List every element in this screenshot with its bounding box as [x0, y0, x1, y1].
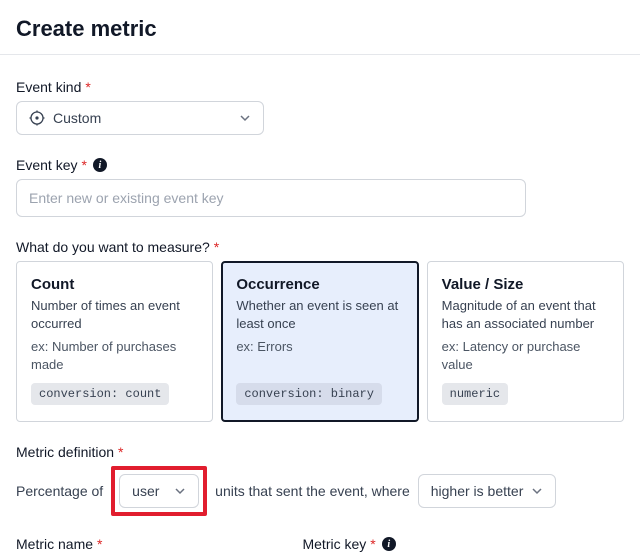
info-icon[interactable]: i [93, 158, 107, 172]
measure-option-example: ex: Number of purchases made [31, 338, 198, 373]
measure-label: What do you want to measure? * [16, 239, 624, 255]
info-icon[interactable]: i [382, 537, 396, 551]
metric-name-label: Metric name * [16, 536, 102, 552]
measure-option-desc: Magnitude of an event that has an associ… [442, 297, 609, 332]
metric-definition-label-text: Metric definition [16, 444, 114, 460]
unit-select[interactable]: user [119, 474, 199, 508]
measure-option-desc: Number of times an event occurred [31, 297, 198, 332]
metric-name-label-text: Metric name [16, 536, 93, 552]
metric-definition-label: Metric definition * [16, 444, 624, 460]
required-asterisk: * [81, 157, 86, 173]
measure-option-example: ex: Errors [236, 338, 403, 356]
measure-option-tag: numeric [442, 383, 508, 405]
event-key-label-text: Event key [16, 157, 77, 173]
required-asterisk: * [118, 444, 123, 460]
unit-highlight: user [111, 466, 207, 516]
event-key-label: Event key * i [16, 157, 624, 173]
page-title: Create metric [16, 16, 624, 42]
measure-option-tag: conversion: binary [236, 383, 382, 405]
metric-key-label-text: Metric key [302, 536, 366, 552]
measure-option-example: ex: Latency or purchase value [442, 338, 609, 373]
measure-option-count[interactable]: Count Number of times an event occurred … [16, 261, 213, 422]
required-asterisk: * [97, 536, 102, 552]
metric-key-label: Metric key * i [302, 536, 395, 552]
direction-select[interactable]: higher is better [418, 474, 557, 508]
chevron-down-icon [174, 485, 186, 497]
event-kind-value: Custom [53, 110, 101, 126]
direction-value: higher is better [431, 483, 524, 499]
measure-option-desc: Whether an event is seen at least once [236, 297, 403, 332]
measure-option-title: Occurrence [236, 276, 403, 293]
required-asterisk: * [85, 79, 90, 95]
definition-middle-text: units that sent the event, where [215, 483, 410, 499]
event-kind-label-text: Event kind [16, 79, 81, 95]
event-key-input[interactable] [16, 179, 526, 217]
measure-option-occurrence[interactable]: Occurrence Whether an event is seen at l… [221, 261, 418, 422]
required-asterisk: * [214, 239, 219, 255]
measure-option-tag: conversion: count [31, 383, 169, 405]
chevron-down-icon [239, 112, 251, 124]
event-kind-select[interactable]: Custom [16, 101, 264, 135]
definition-prefix-text: Percentage of [16, 483, 103, 499]
measure-option-title: Value / Size [442, 276, 609, 293]
measure-option-value-size[interactable]: Value / Size Magnitude of an event that … [427, 261, 624, 422]
divider [0, 54, 640, 55]
event-kind-label: Event kind * [16, 79, 624, 95]
measure-label-text: What do you want to measure? [16, 239, 210, 255]
chevron-down-icon [531, 485, 543, 497]
measure-option-title: Count [31, 276, 198, 293]
custom-event-icon [29, 110, 45, 126]
metric-definition-row: Percentage of user units that sent the e… [16, 466, 624, 516]
required-asterisk: * [370, 536, 375, 552]
unit-value: user [132, 483, 159, 499]
measure-options: Count Number of times an event occurred … [16, 261, 624, 422]
